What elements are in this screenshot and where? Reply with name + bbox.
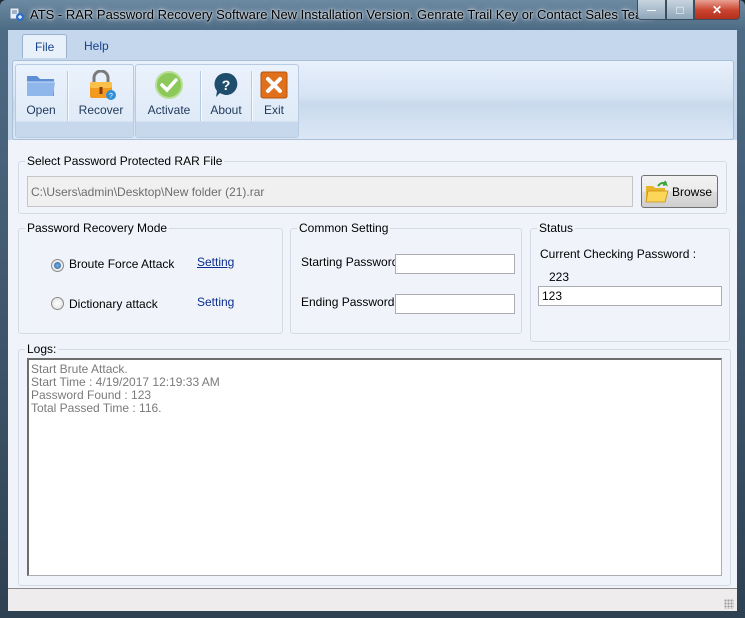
file-path-input[interactable]	[27, 176, 633, 207]
starting-password-label: Starting Password :	[301, 255, 406, 269]
separator	[67, 71, 69, 121]
resize-grip-icon[interactable]	[724, 599, 734, 609]
browse-label: Browse	[672, 184, 713, 199]
recover-button[interactable]: ? Recover	[71, 67, 131, 121]
exit-x-icon	[260, 71, 288, 99]
maximize-button[interactable]: □	[666, 0, 694, 20]
app-window: ATS - RAR Password Recovery Software New…	[0, 0, 745, 618]
status-bar	[8, 588, 737, 611]
tab-help[interactable]: Help	[72, 34, 121, 58]
logs-textarea[interactable]: Start Brute Attack. Start Time : 4/19/20…	[27, 358, 722, 576]
brute-force-radio[interactable]	[51, 259, 64, 272]
ribbon-group-file: Open ? Recover	[15, 64, 134, 138]
group-footer	[16, 121, 133, 137]
close-button[interactable]: ✕	[694, 0, 740, 20]
ribbon-panel: Open ? Recover Activate ? About Exit	[12, 60, 734, 140]
common-setting-group: Common Setting Starting Password : Endin…	[290, 221, 522, 334]
separator	[200, 71, 202, 121]
open-label: Open	[26, 103, 56, 117]
minimize-button[interactable]: —	[637, 0, 666, 20]
maximize-icon: □	[676, 2, 684, 17]
brute-force-label[interactable]: Broute Force Attack	[69, 257, 174, 271]
file-select-group: Select Password Protected RAR File Brows…	[18, 154, 727, 214]
app-icon	[9, 7, 24, 21]
found-password-field[interactable]	[538, 286, 722, 306]
padlock-icon: ?	[90, 70, 116, 100]
exit-button[interactable]: Exit	[254, 67, 294, 121]
starting-password-input[interactable]	[395, 254, 515, 274]
ending-password-label: Ending Password :	[301, 295, 402, 309]
separator	[251, 71, 253, 121]
recovery-mode-legend: Password Recovery Mode	[25, 221, 170, 235]
ending-password-input[interactable]	[395, 294, 515, 314]
about-button[interactable]: ? About	[203, 67, 249, 121]
svg-text:?: ?	[222, 77, 231, 93]
help-icon: ?	[214, 72, 238, 97]
client-area: File Help Open ? Recover Activate ? Abou…	[8, 30, 737, 611]
folder-icon	[645, 180, 669, 202]
title-bar[interactable]: ATS - RAR Password Recovery Software New…	[0, 0, 745, 30]
brute-force-setting-link[interactable]: Setting	[197, 255, 234, 269]
activate-label: Activate	[147, 103, 191, 117]
dictionary-setting-link[interactable]: Setting	[197, 295, 234, 309]
ribbon-tab-strip: File Help	[8, 30, 737, 59]
browse-button[interactable]: Browse	[641, 175, 718, 208]
ribbon-group-app: Activate ? About Exit	[135, 64, 299, 138]
dictionary-label[interactable]: Dictionary attack	[69, 297, 158, 311]
recover-label: Recover	[78, 103, 124, 117]
file-select-legend: Select Password Protected RAR File	[25, 154, 225, 168]
log-line: Total Passed Time : 116.	[31, 401, 162, 415]
checkmark-icon	[155, 71, 183, 99]
current-checking-value: 223	[549, 270, 570, 284]
logs-legend: Logs:	[25, 342, 59, 356]
activate-button[interactable]: Activate	[140, 67, 198, 121]
about-label: About	[210, 103, 242, 117]
logs-group: Logs: Start Brute Attack. Start Time : 4…	[18, 342, 731, 586]
group-footer	[136, 121, 298, 137]
common-setting-legend: Common Setting	[297, 221, 391, 235]
exit-label: Exit	[263, 103, 284, 117]
open-button[interactable]: Open	[18, 67, 64, 121]
close-icon: ✕	[711, 2, 723, 17]
window-title: ATS - RAR Password Recovery Software New…	[30, 7, 654, 22]
dictionary-radio[interactable]	[51, 297, 64, 310]
svg-text:?: ?	[109, 93, 113, 100]
ribbon: Open ? Recover Activate ? About Exit	[8, 58, 737, 140]
folder-open-icon	[27, 76, 55, 96]
minimize-icon: —	[647, 4, 656, 15]
recovery-mode-group: Password Recovery Mode Broute Force Atta…	[18, 221, 283, 334]
status-legend: Status	[537, 221, 576, 235]
current-checking-label: Current Checking Password :	[540, 247, 697, 261]
status-group: Status Current Checking Password : 223	[530, 221, 730, 342]
tab-file[interactable]: File	[22, 34, 68, 59]
